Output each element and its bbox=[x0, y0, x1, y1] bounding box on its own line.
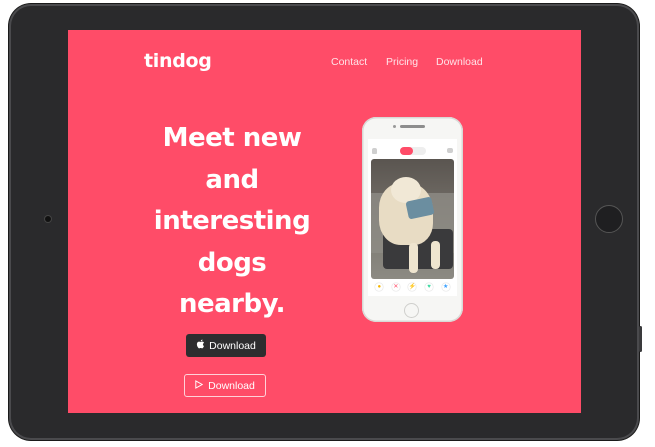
play-store-icon bbox=[195, 379, 204, 392]
tablet-home-button[interactable] bbox=[595, 205, 623, 233]
download-apple-button[interactable]: Download bbox=[186, 334, 266, 357]
phone-screen: ● ✕ ⚡ ♥ ★ bbox=[368, 139, 457, 296]
brand-logo[interactable]: tindog bbox=[144, 50, 212, 72]
tablet-camera bbox=[45, 216, 51, 222]
iphone-mockup: ● ✕ ⚡ ♥ ★ bbox=[362, 117, 463, 322]
mode-toggle bbox=[400, 147, 426, 155]
rewind-icon: ● bbox=[375, 283, 384, 291]
tablet-side-button bbox=[639, 326, 642, 352]
profile-icon bbox=[372, 148, 377, 154]
download-apple-label: Download bbox=[209, 339, 256, 352]
headline-line: Meet new bbox=[162, 123, 302, 153]
app-top-bar bbox=[368, 145, 457, 157]
apple-icon bbox=[196, 339, 205, 352]
dog-photo bbox=[371, 159, 454, 279]
card-action-bar: ● ✕ ⚡ ♥ ★ bbox=[371, 281, 454, 293]
phone-speaker bbox=[400, 125, 425, 128]
phone-camera bbox=[393, 125, 396, 128]
nav-download[interactable]: Download bbox=[436, 56, 483, 68]
hero-headline: Meet new and interesting dogs nearby. bbox=[136, 118, 328, 326]
nav-pricing[interactable]: Pricing bbox=[386, 56, 418, 68]
download-google-label: Download bbox=[208, 379, 255, 392]
headline-line: and bbox=[205, 164, 259, 195]
nav-contact[interactable]: Contact bbox=[331, 56, 367, 68]
website-screen: tindog Contact Pricing Download Meet new… bbox=[68, 30, 581, 413]
download-google-button[interactable]: Download bbox=[184, 374, 266, 397]
headline-line: dogs bbox=[197, 247, 267, 278]
chat-icon bbox=[447, 148, 453, 153]
like-icon: ♥ bbox=[425, 283, 434, 291]
headline-line: nearby. bbox=[178, 289, 286, 319]
phone-home-button bbox=[404, 303, 419, 318]
superlike-icon: ★ bbox=[441, 283, 450, 291]
nope-icon: ✕ bbox=[391, 283, 400, 291]
boost-icon: ⚡ bbox=[408, 283, 417, 291]
headline-line: interesting bbox=[153, 206, 311, 236]
